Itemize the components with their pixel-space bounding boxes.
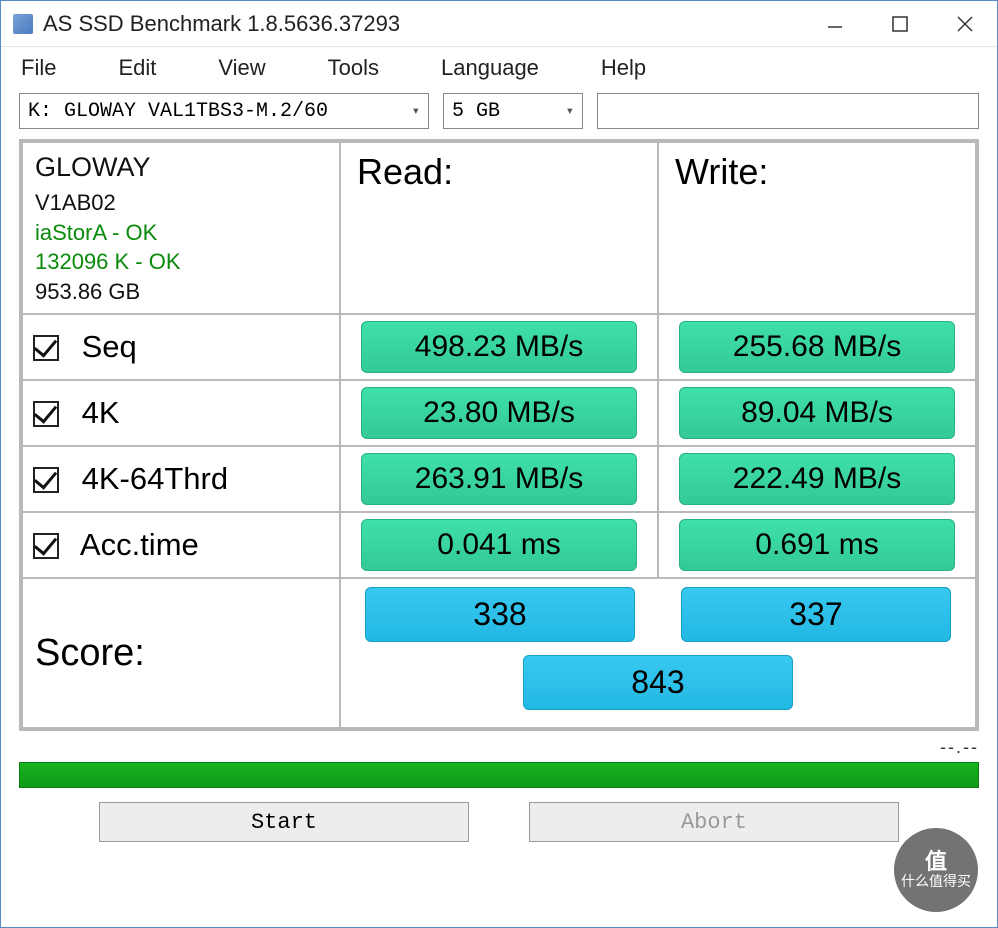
4k64-read: 263.91 MB/s: [361, 453, 637, 505]
label-seq: Seq: [82, 329, 137, 364]
button-row: Start Abort: [1, 802, 997, 842]
row-seq: Seq: [22, 314, 340, 380]
checkbox-seq[interactable]: [33, 335, 59, 361]
row-4k64: 4K-64Thrd: [22, 446, 340, 512]
menu-edit[interactable]: Edit: [108, 51, 166, 85]
checkbox-acc[interactable]: [33, 533, 59, 559]
app-icon: [13, 14, 33, 34]
window-title: AS SSD Benchmark 1.8.5636.37293: [43, 11, 802, 37]
app-window: AS SSD Benchmark 1.8.5636.37293 File Edi…: [0, 0, 998, 928]
drive-firmware: V1AB02: [35, 188, 327, 218]
label-4k64: 4K-64Thrd: [82, 461, 228, 496]
seq-read: 498.23 MB/s: [361, 321, 637, 373]
drive-select-value: K: GLOWAY VAL1TBS3-M.2/60: [28, 100, 328, 123]
4k64-write: 222.49 MB/s: [679, 453, 955, 505]
score-area: 338 337 843: [341, 579, 975, 727]
drive-name: GLOWAY: [35, 149, 327, 185]
toolbar: K: GLOWAY VAL1TBS3-M.2/60 ▾ 5 GB ▾: [1, 89, 997, 139]
menu-view[interactable]: View: [208, 51, 275, 85]
maximize-button[interactable]: [867, 1, 932, 46]
menu-language[interactable]: Language: [431, 51, 549, 85]
status-text: --.--: [19, 737, 979, 758]
checkbox-4k[interactable]: [33, 401, 59, 427]
score-total: 843: [523, 655, 793, 710]
minimize-button[interactable]: [802, 1, 867, 46]
watermark-bottom: 什么值得买: [901, 874, 971, 889]
score-label: Score:: [35, 632, 145, 674]
menubar: File Edit View Tools Language Help: [1, 47, 997, 89]
start-button[interactable]: Start: [99, 802, 469, 842]
alignment-status: 132096 K - OK: [35, 247, 327, 277]
menu-tools[interactable]: Tools: [318, 51, 389, 85]
score-read: 338: [365, 587, 635, 642]
progress-bar: [19, 762, 979, 788]
score-write: 337: [681, 587, 951, 642]
label-4k: 4K: [82, 395, 120, 430]
size-select[interactable]: 5 GB ▾: [443, 93, 583, 129]
drive-info-cell: GLOWAY V1AB02 iaStorA - OK 132096 K - OK…: [22, 142, 340, 314]
label-acc: Acc.time: [80, 527, 199, 562]
4k-write: 89.04 MB/s: [679, 387, 955, 439]
menu-help[interactable]: Help: [591, 51, 656, 85]
size-select-value: 5 GB: [452, 100, 500, 123]
drive-select[interactable]: K: GLOWAY VAL1TBS3-M.2/60 ▾: [19, 93, 429, 129]
checkbox-4k64[interactable]: [33, 467, 59, 493]
close-button[interactable]: [932, 1, 997, 46]
4k-read: 23.80 MB/s: [361, 387, 637, 439]
header-write: Write:: [658, 142, 976, 314]
watermark: 值 什么值得买: [894, 828, 978, 912]
titlebar: AS SSD Benchmark 1.8.5636.37293: [1, 1, 997, 47]
row-4k: 4K: [22, 380, 340, 446]
results-panel: GLOWAY V1AB02 iaStorA - OK 132096 K - OK…: [19, 139, 979, 731]
watermark-top: 值: [925, 850, 947, 874]
driver-status: iaStorA - OK: [35, 218, 327, 248]
abort-button[interactable]: Abort: [529, 802, 899, 842]
seq-write: 255.68 MB/s: [679, 321, 955, 373]
header-read: Read:: [340, 142, 658, 314]
menu-file[interactable]: File: [11, 51, 66, 85]
chevron-down-icon: ▾: [566, 103, 574, 120]
score-label-cell: Score:: [22, 578, 340, 728]
row-acc: Acc.time: [22, 512, 340, 578]
acc-read: 0.041 ms: [361, 519, 637, 571]
chevron-down-icon: ▾: [412, 103, 420, 120]
acc-write: 0.691 ms: [679, 519, 955, 571]
drive-capacity: 953.86 GB: [35, 277, 327, 307]
filter-input[interactable]: [597, 93, 979, 129]
